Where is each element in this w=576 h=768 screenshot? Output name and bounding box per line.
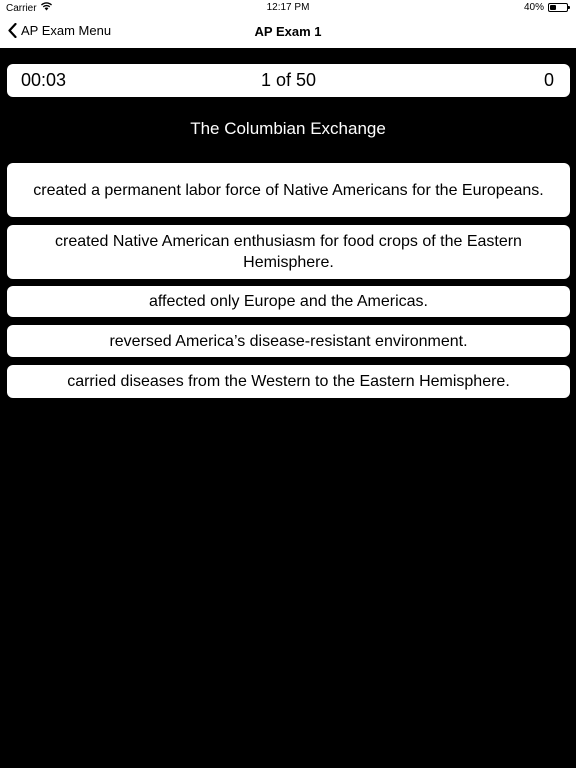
answer-option-5[interactable]: carried diseases from the Western to the… (7, 365, 570, 398)
answer-option-2[interactable]: created Native American enthusiasm for f… (7, 225, 570, 279)
answer-option-label: created a permanent labor force of Nativ… (33, 181, 544, 199)
page-title: AP Exam 1 (254, 24, 322, 39)
battery-percent: 40% (523, 2, 544, 13)
battery-indicator: 40% (523, 2, 570, 13)
answer-option-label: carried diseases from the Western to the… (67, 373, 510, 390)
answer-option-label: affected only Europe and the Americas. (149, 293, 428, 310)
answer-option-label: created Native American enthusiasm for f… (55, 233, 522, 271)
answer-option-4[interactable]: reversed America’s disease-resistant env… (7, 325, 570, 357)
score: 0 (543, 70, 554, 90)
answer-option-label: reversed America’s disease-resistant env… (109, 332, 468, 350)
battery-fill (550, 5, 557, 10)
battery-icon (548, 3, 570, 12)
top-bar: Carrier 12:17 PM 40% AP Exam Menu AP Exa… (0, 0, 576, 48)
quiz-info-bar: 00:03 1 of 50 0 (7, 64, 570, 97)
navigation-bar: AP Exam Menu AP Exam 1 (0, 16, 576, 48)
status-time: 12:17 PM (266, 2, 310, 13)
question-progress: 1 of 50 (260, 70, 317, 90)
question-text: The Columbian Exchange (190, 119, 386, 138)
answer-option-3[interactable]: affected only Europe and the Americas. (7, 286, 570, 317)
answer-option-1[interactable]: created a permanent labor force of Nativ… (7, 163, 570, 217)
status-bar: Carrier 12:17 PM 40% (0, 0, 576, 16)
